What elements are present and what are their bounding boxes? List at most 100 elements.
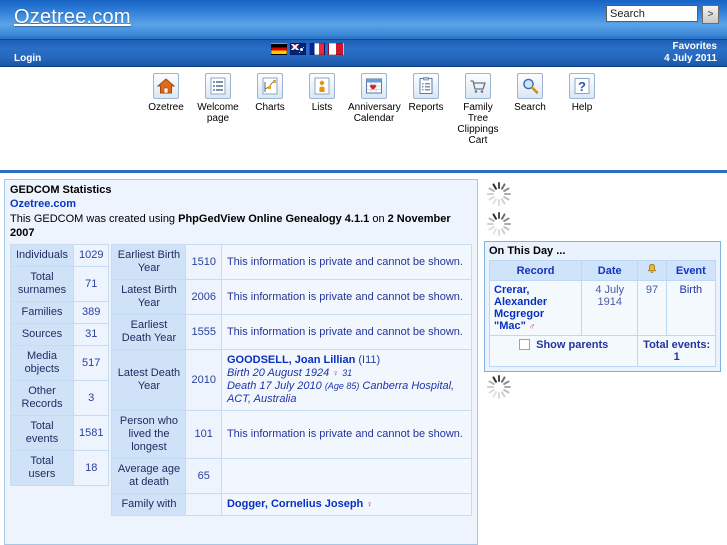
birth-event-line: Birth 20 August 1924 ♀ 31 <box>227 367 466 380</box>
person-link-line1[interactable]: Crerar, Alexander <box>494 284 547 308</box>
table-header-row: Record Date Event <box>488 260 717 281</box>
table-row: Average age at death 65 <box>111 458 473 494</box>
top-header-bar: Ozetree.com > <box>0 0 727 40</box>
row-value: 1581 <box>72 415 110 451</box>
flag-malta-icon[interactable] <box>328 43 344 55</box>
list-lines-icon <box>205 73 231 99</box>
calendar-heart-icon <box>361 73 387 99</box>
desc-program: PhpGedView Online Genealogy 4.1.1 <box>178 213 370 225</box>
gedcom-link[interactable]: Ozetree.com <box>10 198 472 210</box>
clipboard-icon <box>413 73 439 99</box>
home-icon <box>153 73 179 99</box>
death-event-line: Death 17 July 2010 (Age 85) Canberra Hos… <box>227 380 466 406</box>
search-area: > <box>606 5 719 24</box>
toolbar-item-search[interactable]: Search <box>504 73 556 113</box>
age-cell: 97 <box>637 280 667 336</box>
content-area: GEDCOM Statistics Ozetree.com This GEDCO… <box>0 173 727 545</box>
row-value: 1029 <box>72 244 110 267</box>
toolbar-item-reports[interactable]: Reports <box>400 73 452 113</box>
row-label: Media objects <box>10 345 74 381</box>
table-row: Person who lived the longest 101 This in… <box>111 410 473 459</box>
latest-death-person-cell: GOODSELL, Joan Lillian (I11) Birth 20 Au… <box>220 349 473 411</box>
row-label: Latest Death Year <box>111 349 187 411</box>
row-label: Individuals <box>10 244 74 267</box>
row-note: This information is private and cannot b… <box>220 244 473 280</box>
row-label: Family with <box>111 493 187 516</box>
show-parents-cell[interactable]: Show parents <box>488 335 639 367</box>
flag-australia-icon[interactable] <box>290 43 306 55</box>
toolbar-item-welcome-page[interactable]: Welcome page <box>192 73 244 124</box>
table-row: Individuals 1029 <box>10 244 110 267</box>
toolbar-item-anniversary-calendar[interactable]: Anniversary Calendar <box>348 73 401 124</box>
table-row: Media objects 517 <box>10 345 110 381</box>
panel-title: GEDCOM Statistics <box>10 184 112 196</box>
on-this-day-table: Record Date Event Crerar, Alexander Mcgr… <box>488 260 717 367</box>
chart-icon <box>257 73 283 99</box>
login-link[interactable]: Login <box>14 53 41 64</box>
row-value: 389 <box>72 301 110 324</box>
toolbar-label: Ozetree <box>148 102 184 113</box>
toolbar-label: Welcome page <box>197 102 239 124</box>
person-id: (I11) <box>358 354 381 366</box>
toolbar-item-ozetree[interactable]: Ozetree <box>140 73 192 113</box>
question-icon: ? <box>569 73 595 99</box>
column-header-date[interactable]: Date <box>581 260 639 281</box>
bell-icon[interactable] <box>637 260 667 281</box>
row-label: Earliest Death Year <box>111 314 187 350</box>
row-value: 101 <box>185 410 222 459</box>
header-date: 4 July 2011 <box>664 53 717 64</box>
toolbar-item-charts[interactable]: Charts <box>244 73 296 113</box>
flag-france-icon[interactable] <box>309 43 325 55</box>
toolbar-label: Charts <box>255 102 285 113</box>
table-row: Total events 1581 <box>10 415 110 451</box>
on-this-day-block: On This Day ... Record Date Event Crerar… <box>484 241 721 372</box>
row-value: 65 <box>185 458 222 494</box>
person-link[interactable]: Dogger, Cornelius Joseph <box>227 498 363 510</box>
person-link[interactable]: GOODSELL, Joan Lillian <box>227 354 355 366</box>
right-sidebar: On This Day ... Record Date Event Crerar… <box>484 179 721 404</box>
table-row: Latest Birth Year 2006 This information … <box>111 279 473 315</box>
toolbar-item-lists[interactable]: Lists <box>296 73 348 113</box>
svg-text:?: ? <box>578 79 586 94</box>
loading-spinner-icon <box>486 181 512 207</box>
table-row: Crerar, Alexander Mcgregor "Mac" ♂ 4 Jul… <box>488 280 717 336</box>
show-parents-checkbox[interactable] <box>519 339 531 350</box>
favorites-link[interactable]: Favorites <box>673 41 717 52</box>
column-header-event[interactable]: Event <box>665 260 717 281</box>
row-label: Sources <box>10 323 74 346</box>
column-header-record[interactable]: Record <box>488 260 583 281</box>
total-events-label: Total events: 1 <box>637 335 716 367</box>
row-label: Families <box>10 301 74 324</box>
toolbar-label: Family Tree Clippings Cart <box>457 102 499 146</box>
desc-prefix: This GEDCOM was created using <box>10 213 179 225</box>
loading-spinner-icon <box>486 211 512 237</box>
search-input[interactable] <box>606 5 698 22</box>
row-value: 18 <box>72 450 110 486</box>
row-note: This information is private and cannot b… <box>220 279 473 315</box>
table-row: Families 389 <box>10 301 110 324</box>
date-cell: 4 July 1914 <box>581 280 639 336</box>
row-note <box>220 458 473 494</box>
site-title[interactable]: Ozetree.com <box>14 6 131 29</box>
row-label: Total events <box>10 415 74 451</box>
search-submit-button[interactable]: > <box>702 5 719 24</box>
statistics-tables: Individuals 1029 Total surnames 71 Famil… <box>10 244 473 516</box>
toolbar-label: Lists <box>311 102 333 113</box>
toolbar-item-help[interactable]: ? Help <box>556 73 608 113</box>
show-parents-label: Show parents <box>536 339 609 351</box>
row-label: Average age at death <box>111 458 187 494</box>
summary-counts-table: Individuals 1029 Total surnames 71 Famil… <box>10 244 110 486</box>
main-toolbar: Ozetree Welcome page Charts Lists Annive… <box>0 67 727 173</box>
record-cell: Crerar, Alexander Mcgregor "Mac" ♂ <box>488 280 583 336</box>
row-value: 3 <box>72 380 110 416</box>
table-row: Earliest Birth Year 1510 This informatio… <box>111 244 473 280</box>
cart-icon <box>465 73 491 99</box>
sex-symbol-icon: ♀ <box>332 368 340 378</box>
toolbar-item-family-tree-clippings-cart[interactable]: Family Tree Clippings Cart <box>452 73 504 146</box>
flag-germany-icon[interactable] <box>271 43 287 55</box>
person-link-line2[interactable]: Mcgregor "Mac" <box>494 308 544 332</box>
row-value: 1555 <box>185 314 222 350</box>
table-row: Family with Dogger, Cornelius Joseph ♀ <box>111 493 473 516</box>
statistics-detail-table: Earliest Birth Year 1510 This informatio… <box>111 244 473 516</box>
birth-age: 31 <box>342 368 353 378</box>
